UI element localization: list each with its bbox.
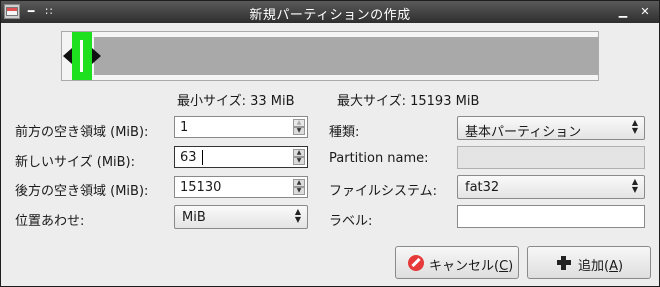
minimize-icon[interactable]: ▁ <box>615 3 631 20</box>
free-before-spinbox[interactable]: 1 ▲ ▼ <box>174 116 308 138</box>
align-label: 位置あわせ: <box>15 214 85 229</box>
window-title: 新規パーティションの作成 <box>249 8 411 23</box>
resize-handle-left[interactable] <box>63 48 72 64</box>
type-label: 種類: <box>329 125 360 140</box>
free-after-value: 15130 <box>180 180 222 195</box>
max-size-label: 最大サイズ: 15193 MiB <box>337 94 480 109</box>
plus-icon <box>556 255 572 271</box>
add-button[interactable]: 追加(A) <box>527 246 651 279</box>
cancel-icon <box>408 255 424 271</box>
combo-arrows-icon: ▲ ▼ <box>631 118 638 135</box>
label-field[interactable] <box>457 205 645 228</box>
free-before-value: 1 <box>180 120 189 135</box>
free-before-down-button[interactable]: ▼ <box>293 127 305 135</box>
min-size-label: 最小サイズ: 33 MiB <box>177 94 295 109</box>
text-caret <box>202 150 203 165</box>
filesystem-label: ファイルシステム: <box>329 184 437 199</box>
partition-name-label: Partition name: <box>329 151 429 166</box>
align-value: MiB <box>182 210 206 225</box>
new-size-up-button[interactable]: ▲ <box>293 149 305 157</box>
free-space-area <box>94 37 598 75</box>
free-before-label: 前方の空き領域 (MiB): <box>15 125 149 140</box>
free-after-up-button[interactable]: ▲ <box>293 179 305 187</box>
free-after-label: 後方の空き領域 (MiB): <box>15 184 149 199</box>
partition-type-combo[interactable]: 基本パーティション ▲ ▼ <box>457 116 645 140</box>
free-after-spinbox[interactable]: 15130 ▲ ▼ <box>174 176 308 198</box>
filesystem-value: fat32 <box>465 180 500 195</box>
partition-name-field <box>457 146 645 169</box>
new-size-spinbox[interactable]: 63 ▲ ▼ <box>174 146 308 168</box>
new-size-label: 新しいサイズ (MiB): <box>15 155 136 170</box>
partition-resizer[interactable] <box>61 31 599 81</box>
close-icon[interactable]: ✕ <box>637 3 653 20</box>
cancel-button[interactable]: キャンセル(C) <box>395 246 519 279</box>
cancel-button-label: キャンセル(C) <box>429 259 514 274</box>
resize-handle-right[interactable] <box>92 48 101 64</box>
new-size-down-button[interactable]: ▼ <box>293 157 305 165</box>
free-before-up-button[interactable]: ▲ <box>293 119 305 127</box>
combo-arrows-icon: ▲ ▼ <box>631 177 638 194</box>
filesystem-combo[interactable]: fat32 ▲ ▼ <box>457 175 645 199</box>
partition-type-value: 基本パーティション <box>465 125 582 140</box>
label-label: ラベル: <box>329 214 373 229</box>
title-bar: ━ ∷ 新規パーティションの作成 ▁ ✕ <box>1 1 659 23</box>
add-button-label: 追加(A) <box>578 259 624 274</box>
new-size-value: 63 <box>180 150 197 165</box>
align-combo[interactable]: MiB ▲ ▼ <box>174 205 308 229</box>
partition-inner-bar <box>80 40 83 72</box>
combo-arrows-icon: ▲ ▼ <box>294 207 301 224</box>
create-partition-dialog: ━ ∷ 新規パーティションの作成 ▁ ✕ 最小サイズ: 33 MiB 最大サイズ… <box>0 0 660 287</box>
free-after-down-button[interactable]: ▼ <box>293 187 305 195</box>
